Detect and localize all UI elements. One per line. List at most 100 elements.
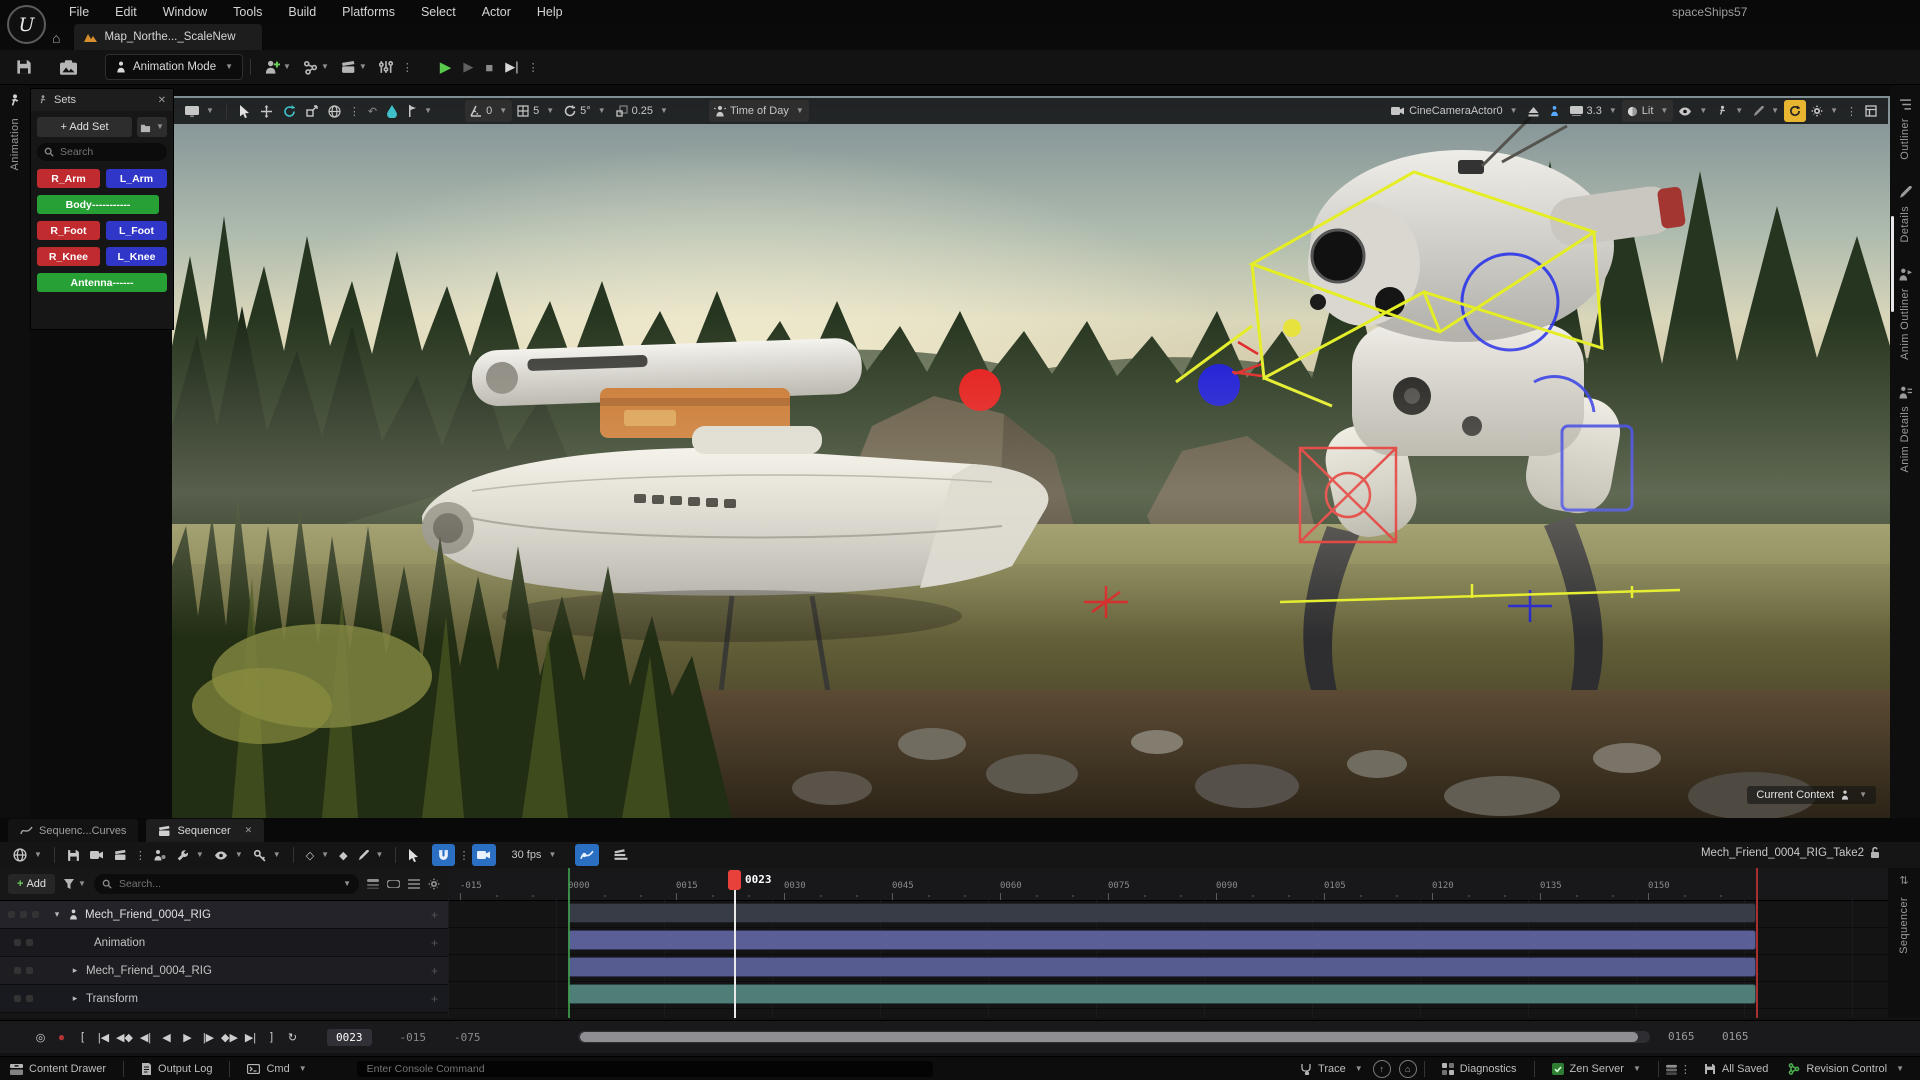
track-row-rig-sub[interactable]: ▸ Mech_Friend_0004_RIG + [0,957,448,985]
track-search-input[interactable] [117,877,335,891]
dock-tab-details[interactable]: Details [1899,186,1912,242]
transform-options-kebab[interactable]: ⋮ [346,105,363,118]
game-view-dropdown[interactable]: ▼ [1712,100,1748,122]
mesh-paint-icon[interactable] [382,100,402,122]
timeline-scrollbar[interactable] [578,1031,1650,1043]
transport-button-4[interactable]: ◀◆ [114,1031,135,1044]
mode-selector-dropdown[interactable]: Animation Mode ▼ [105,54,243,80]
menu-build[interactable]: Build [275,5,329,19]
toolbar-overflow-kebab[interactable]: ⋮ [399,61,416,74]
snap-toggle[interactable] [432,844,455,866]
sequencer-kebab[interactable]: ⋮ [132,849,149,862]
output-log-button[interactable]: Output Log [131,1057,222,1080]
fps-dropdown[interactable]: 30 fps ▼ [506,844,561,866]
current-frame-box[interactable]: 0023 [327,1029,372,1046]
transport-button-12[interactable]: ↻ [282,1031,303,1044]
viewport-options-menu[interactable]: ▼ [180,100,219,122]
transport-button-11[interactable]: ] [261,1031,282,1043]
animation-mode-icon[interactable] [8,94,22,108]
menu-select[interactable]: Select [408,5,469,19]
transport-button-9[interactable]: ◆▶ [219,1031,240,1044]
add-set-button[interactable]: + Add Set [37,117,132,137]
unreal-logo-icon[interactable]: U [7,5,46,44]
view-range-end[interactable]: 0165 [1668,1030,1695,1043]
level-viewport[interactable]: ▼ ⋮ ↶ ▼ [172,96,1890,818]
pin-tracks-icon[interactable] [367,879,379,889]
track-row-transform[interactable]: ▸ Transform + [0,985,448,1013]
outliner-settings-icon[interactable] [428,878,440,890]
dock-tab-anim-details[interactable]: Anim Details [1899,386,1912,473]
sets-search-input[interactable] [58,145,152,159]
snap-options-kebab[interactable]: ⋮ [455,849,472,862]
mute-tracks-icon[interactable] [387,880,400,888]
render-movie-icon[interactable] [85,844,109,866]
add-section-icon[interactable]: + [431,992,438,1006]
track-list-view-icon[interactable] [408,879,420,889]
play-options-kebab[interactable]: ⋮ [525,61,542,74]
transport-button-3[interactable]: |◀ [93,1031,114,1044]
transport-button-2[interactable]: [ [72,1031,93,1043]
set-button-r-knee[interactable]: R_Knee [37,247,100,266]
save-sequence-icon[interactable] [62,844,85,866]
add-track-button[interactable]: + Add [8,874,55,894]
menu-file[interactable]: File [56,5,102,19]
trace-dropdown[interactable]: Trace ▼ [1290,1057,1373,1080]
maximize-viewport-icon[interactable] [1860,100,1882,122]
set-button-l-knee[interactable]: L_Knee [106,247,167,266]
pilot-actor-dropdown[interactable]: ▼ [402,100,437,122]
transport-button-8[interactable]: |▶ [198,1031,219,1044]
frame-skip-button[interactable]: ▶ [457,54,479,80]
set-button-r-arm[interactable]: R_Arm [37,169,100,188]
perspective-dropdown[interactable]: Time of Day ▼ [709,100,809,122]
level-tab[interactable]: Map_Northe..._ScaleNew [74,24,261,50]
viewport-overflow-kebab[interactable]: ⋮ [1843,105,1860,118]
cmd-dropdown[interactable]: Cmd ▼ [237,1057,316,1080]
set-button-l-arm[interactable]: L_Arm [106,169,167,188]
sequencer-main-menu[interactable]: ▼ [8,844,47,866]
transport-button-0[interactable]: ◎ [30,1031,51,1044]
menu-window[interactable]: Window [150,5,220,19]
play-button[interactable]: ▶ [434,54,458,80]
move-tool-icon[interactable] [255,100,278,122]
rotation-snap-toggle[interactable]: 5° ▼ [559,100,610,122]
pointer-edit-icon[interactable] [403,844,424,866]
cycle-transform-gizmo-button[interactable] [1784,100,1806,122]
tab-sequencer[interactable]: Sequencer ✕ [146,819,264,842]
transport-button-6[interactable]: ◀ [156,1031,177,1044]
save-icon[interactable] [10,54,38,80]
viewport-scene[interactable] [172,96,1890,818]
playback-options-dropdown[interactable]: ▼ [171,844,209,866]
expand-caret-icon[interactable]: ▸ [70,993,80,1004]
editor-utility-icon[interactable] [373,54,399,80]
dock-tab-anim-outliner[interactable]: Anim Outliner [1899,268,1912,360]
scale-tool-icon[interactable] [301,100,323,122]
camera-speed-dropdown[interactable]: 3.3 ▼ [1565,100,1622,122]
transport-button-1[interactable]: ● [51,1030,72,1044]
lane-transform[interactable] [448,981,1888,1009]
add-section-icon[interactable]: + [431,936,438,950]
camera-lock-toggle[interactable] [472,844,496,866]
zen-server-dropdown[interactable]: Zen Server ▼ [1542,1057,1651,1080]
dock-tab-outliner[interactable]: Outliner [1899,98,1912,160]
track-search-box[interactable]: ▼ [94,874,359,894]
create-camera-icon[interactable] [109,844,132,866]
shot-track-icon[interactable] [609,844,633,866]
revision-control-dropdown[interactable]: Revision Control ▼ [1778,1057,1914,1080]
transport-button-10[interactable]: ▶| [240,1031,261,1044]
scrollbar-thumb[interactable] [580,1032,1638,1042]
lane-rig[interactable] [448,900,1888,928]
set-button-antenna[interactable]: Antenna------ [37,273,167,292]
diagnostics-button[interactable]: Diagnostics [1432,1057,1527,1080]
auto-key-toggle[interactable]: ◆ [334,844,352,866]
section-bar[interactable] [568,903,1756,923]
playback-end-marker[interactable] [1756,868,1758,1018]
sets-search-box[interactable] [37,143,167,161]
eject-camera-icon[interactable] [1523,100,1544,122]
working-range-start[interactable]: -075 [454,1031,481,1044]
scale-snap-toggle[interactable]: 0.25 ▼ [611,100,673,122]
content-drawer-button[interactable]: Content Drawer [0,1057,116,1080]
unlock-icon[interactable] [1870,847,1880,859]
sequencer-timeline[interactable]: -015000000150030004500600075009001050120… [448,868,1888,1018]
cine-camera-dropdown[interactable]: CineCameraActor0 ▼ [1386,100,1522,122]
viewport-settings-dropdown[interactable]: ▼ [1806,100,1843,122]
